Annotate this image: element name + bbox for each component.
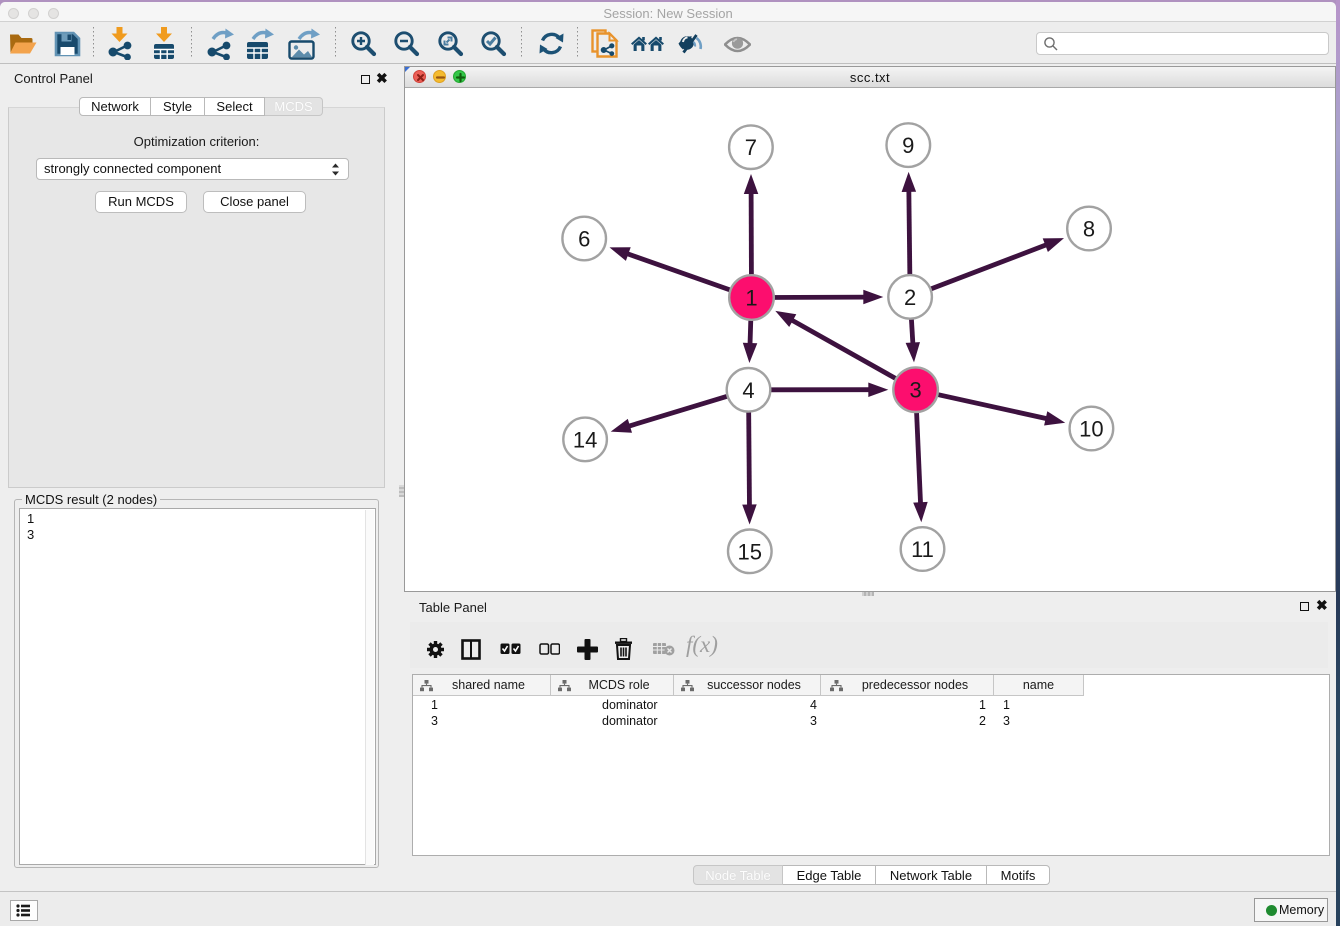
svg-text:14: 14 (573, 427, 597, 452)
svg-text:7: 7 (745, 135, 757, 160)
svg-text:3: 3 (909, 378, 921, 403)
svg-text:15: 15 (738, 539, 762, 564)
svg-text:8: 8 (1083, 217, 1095, 242)
svg-text:4: 4 (742, 378, 754, 403)
svg-text:9: 9 (902, 133, 914, 158)
svg-text:10: 10 (1079, 417, 1103, 442)
svg-text:2: 2 (904, 285, 916, 310)
svg-text:1: 1 (745, 286, 757, 311)
svg-text:11: 11 (911, 537, 934, 562)
svg-text:6: 6 (578, 227, 590, 252)
